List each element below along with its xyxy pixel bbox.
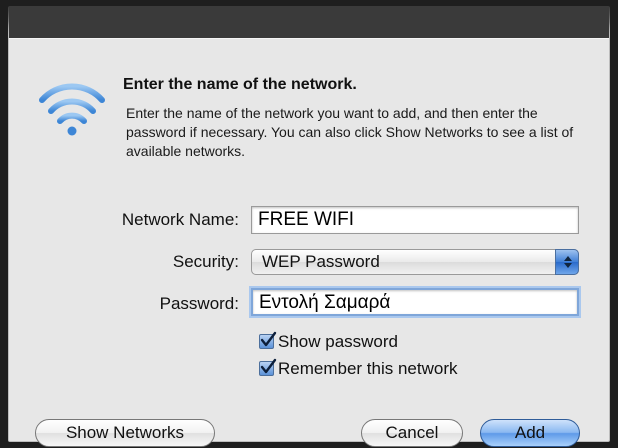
security-select-value: WEP Password (262, 252, 380, 271)
remember-network-row[interactable]: Remember this network (259, 358, 458, 379)
security-label: Security: (172, 252, 239, 271)
show-password-checkbox[interactable] (259, 331, 277, 349)
show-password-row[interactable]: Show password (259, 331, 399, 352)
dialog-title: Enter the name of the network. (123, 76, 357, 93)
add-button[interactable]: Add (480, 419, 580, 447)
cancel-button[interactable]: Cancel (361, 419, 463, 447)
add-network-dialog: Enter the name of the network. Enter the… (8, 6, 610, 447)
up-down-arrows-icon (555, 249, 579, 275)
show-password-label: Show password (278, 332, 399, 351)
security-select[interactable]: WEP Password (251, 249, 579, 275)
password-input[interactable]: Εντολή Σαμαρά (251, 288, 579, 316)
password-label: Password: (159, 294, 239, 313)
checkmark-icon (260, 331, 277, 347)
network-name-label: Network Name: (121, 210, 239, 229)
dialog-description: Enter the name of the network you want t… (126, 105, 574, 159)
remember-network-label: Remember this network (278, 359, 458, 378)
remember-network-checkbox[interactable] (259, 358, 277, 376)
show-networks-button[interactable]: Show Networks (35, 419, 215, 447)
wifi-icon (37, 78, 107, 138)
checkmark-icon (260, 358, 277, 374)
network-name-input[interactable]: FREE WIFI (251, 206, 579, 234)
